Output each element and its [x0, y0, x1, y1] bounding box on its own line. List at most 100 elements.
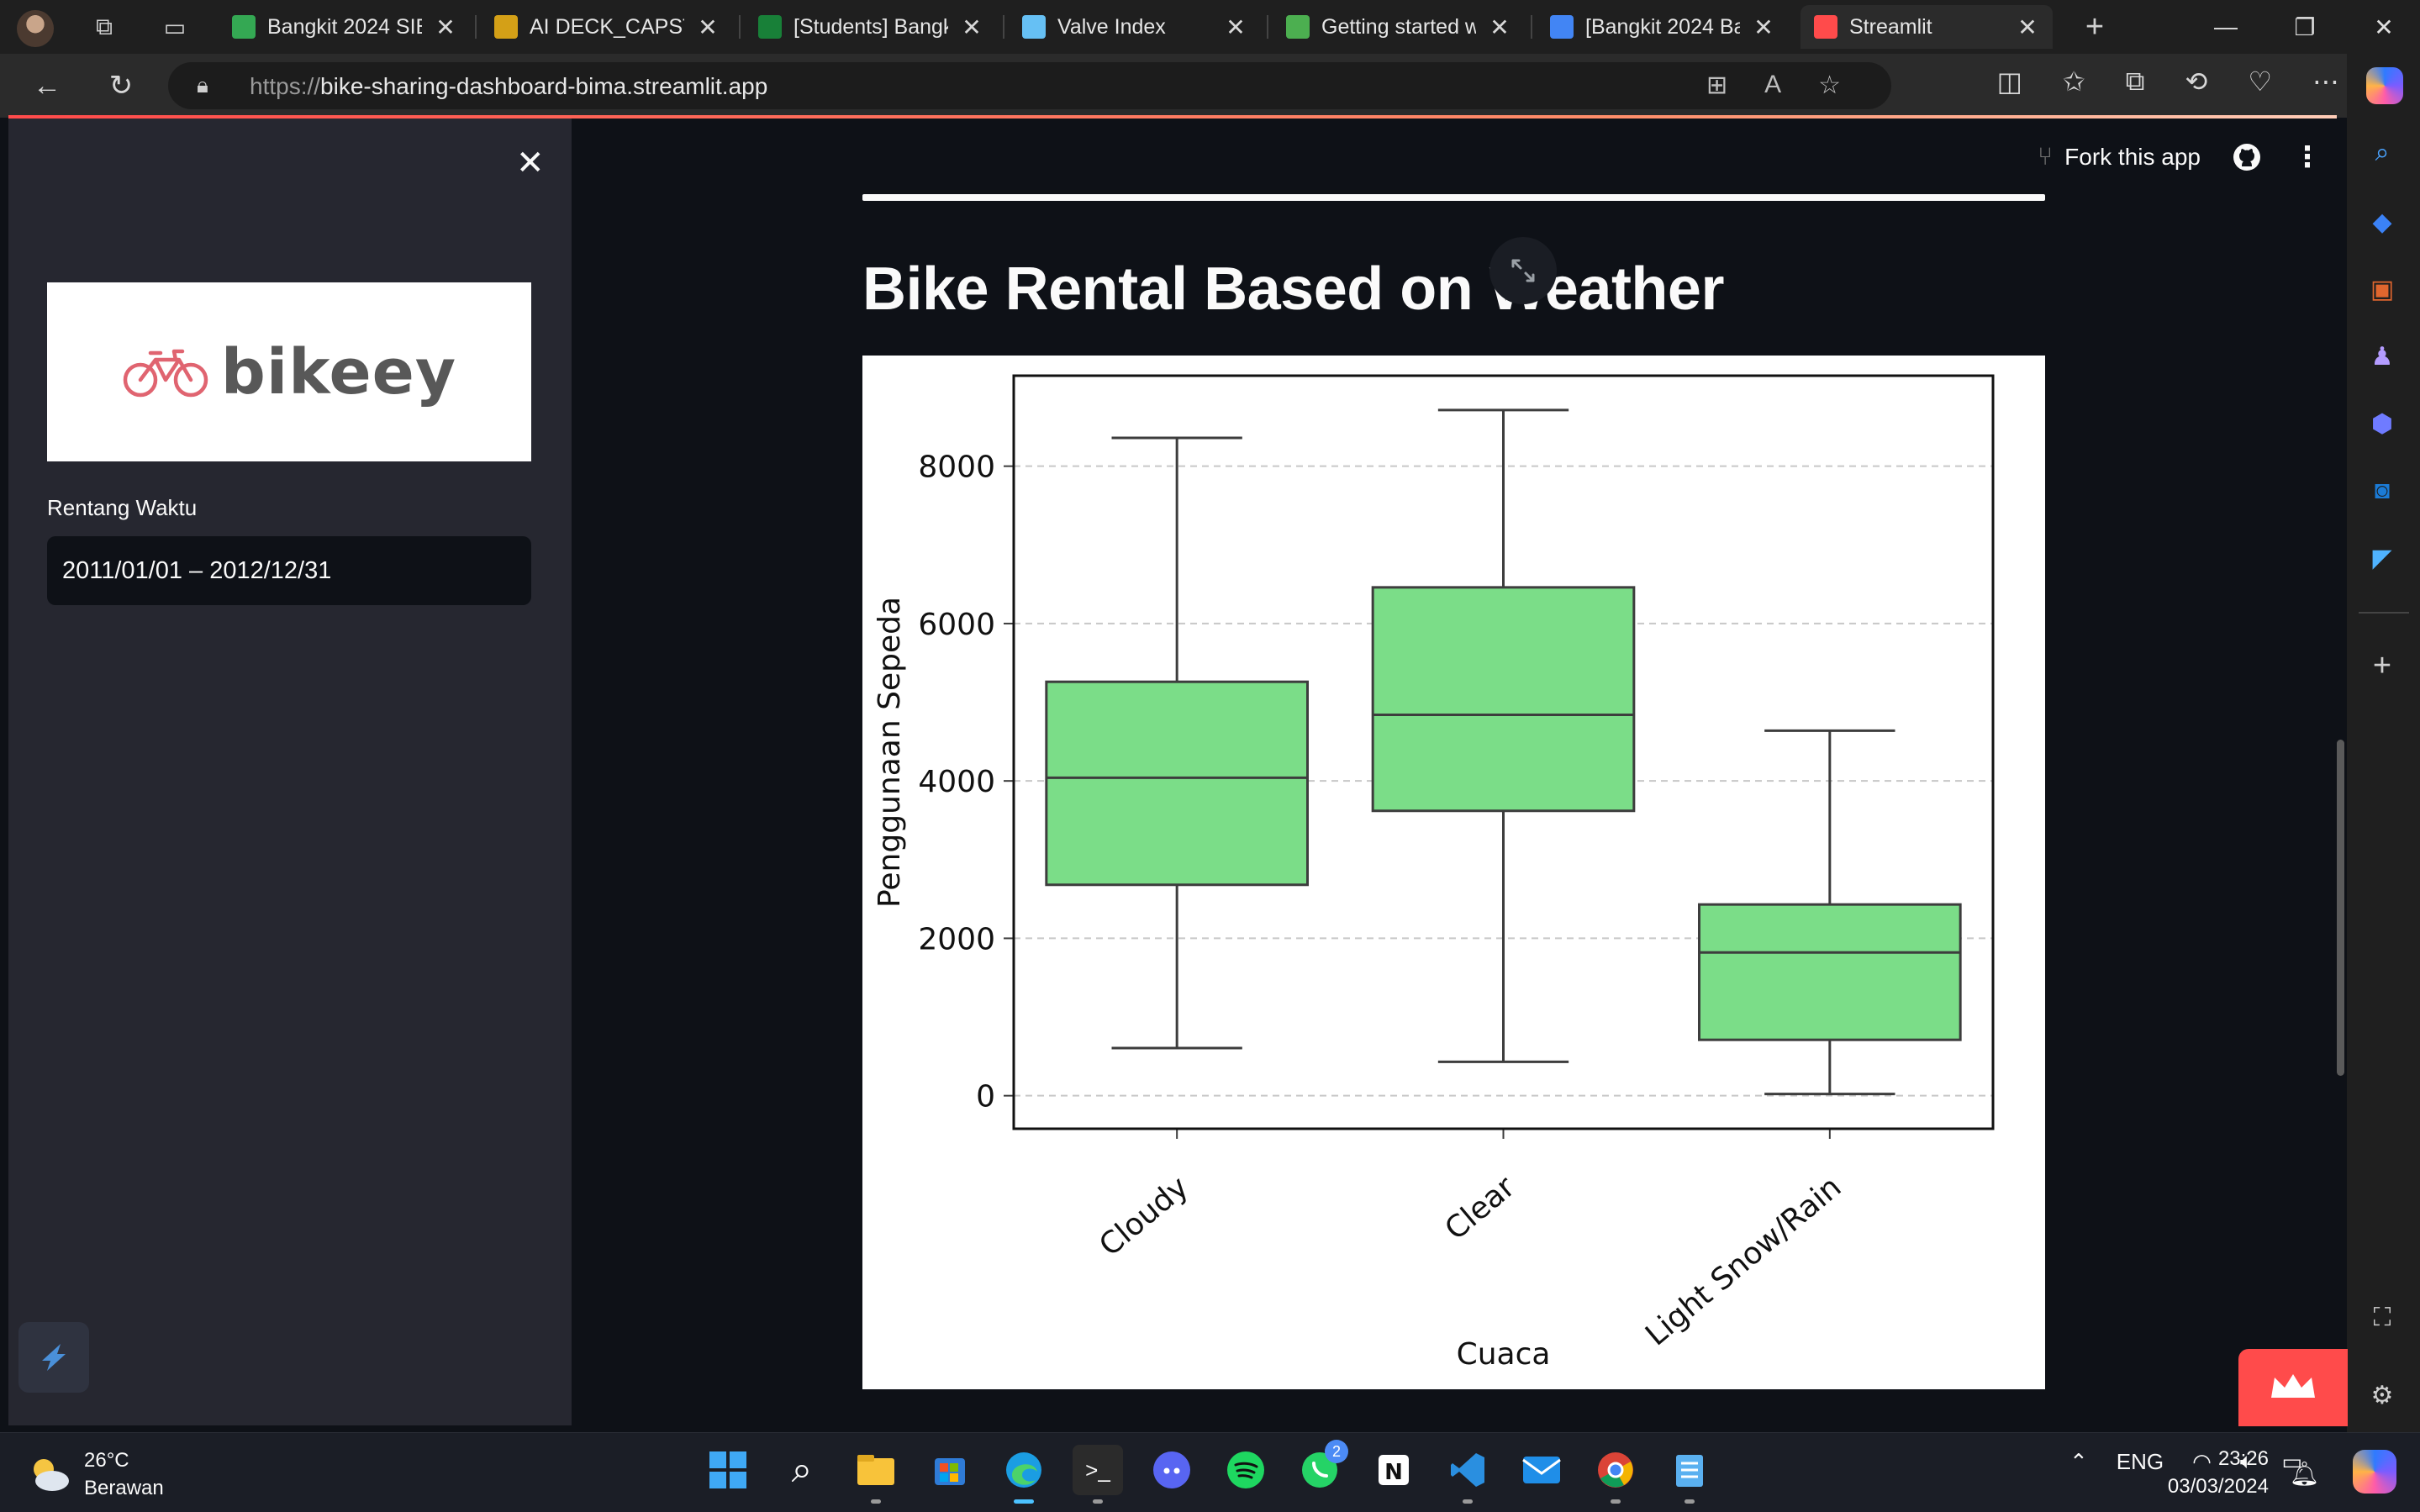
y-tick-label: 4000 [918, 765, 995, 799]
tab-title: [Bangkit 2024 Ba [1585, 14, 1740, 39]
notepad-icon[interactable] [1664, 1445, 1715, 1504]
add-icon[interactable]: + [2365, 648, 2399, 683]
microsoft365-icon[interactable]: ⬢ [2365, 407, 2399, 440]
mail-icon[interactable] [1516, 1445, 1567, 1495]
app-main: ⑂ Fork this app ⋮ Bike Rental Based on W… [572, 119, 2347, 1425]
close-tab-icon[interactable]: ✕ [960, 13, 983, 41]
favorites-icon[interactable]: ✩ [2063, 66, 2085, 97]
close-window-icon[interactable]: ✕ [2344, 0, 2420, 54]
browser-tab[interactable]: Getting started w ✕ [1273, 5, 1525, 49]
browser-tab[interactable]: [Students] Bangk ✕ [745, 5, 997, 49]
x-tick-label: Cloudy [1093, 1170, 1194, 1263]
fullscreen-button[interactable] [1489, 237, 1557, 304]
streamlit-icon [1814, 15, 1837, 39]
box-light-snow-rain [1698, 903, 1962, 1041]
x-tick-label: Clear [1439, 1170, 1522, 1247]
start-icon[interactable] [703, 1445, 753, 1495]
edge-sidebar [2347, 54, 2420, 1432]
tools-icon[interactable]: ▣ [2365, 272, 2399, 306]
close-tab-icon[interactable]: ✕ [2016, 13, 2039, 41]
close-tab-icon[interactable]: ✕ [1224, 13, 1247, 41]
read-aloud-icon[interactable]: A [1764, 71, 1781, 100]
browser-tab[interactable]: Bangkit 2024 SIB ✕ [219, 5, 471, 49]
back-icon[interactable]: ← [24, 66, 71, 106]
split-screen-icon[interactable]: ◫ [1997, 66, 2022, 97]
screenshot-icon[interactable]: ⛶ [2365, 1301, 2399, 1335]
shopping-tag-icon[interactable]: ◆ [2365, 205, 2399, 239]
restore-icon[interactable]: ❐ [2264, 0, 2345, 54]
weather-description: Berawan [84, 1477, 164, 1499]
browser-tab[interactable]: Valve Index ✕ [1009, 5, 1261, 49]
new-tab-icon[interactable]: + [2071, 7, 2118, 47]
minimize-icon[interactable]: — [2185, 0, 2266, 54]
address-bar[interactable]: 🔒︎ https://bike-sharing-dashboard-bima.s… [168, 62, 1891, 109]
profile-avatar[interactable] [17, 10, 54, 47]
games-icon[interactable]: ♟ [2365, 340, 2399, 373]
collections-icon[interactable]: ⧉ [2126, 66, 2145, 97]
google-drive-icon [232, 15, 256, 39]
clock[interactable]: 23:26 03/03/2024 [2168, 1445, 2269, 1500]
y-tick-label: 2000 [918, 922, 995, 956]
edge-browser-icon[interactable] [999, 1445, 1049, 1504]
main-menu-icon[interactable]: ⋮ [2293, 140, 2322, 174]
logo-text: bikeey [220, 335, 457, 408]
x-axis-label: Cuaca [1457, 1337, 1551, 1372]
weather-widget[interactable]: 26°C Berawan [25, 1446, 164, 1502]
tab-actions-icon[interactable]: ▭ [151, 7, 198, 47]
outlook-icon[interactable]: ◙ [2365, 474, 2399, 508]
file-explorer-icon[interactable] [851, 1445, 901, 1504]
close-tab-icon[interactable]: ✕ [434, 13, 457, 41]
notion-icon[interactable]: N [1368, 1445, 1419, 1495]
performance-icon[interactable]: ♡ [2248, 66, 2272, 97]
chart-container: 0 2000 4000 6000 8000 Cloudy Clear Light Snow/R… [862, 356, 2045, 1389]
date-range-value: 2011/01/01 – 2012/12/31 [62, 557, 332, 584]
github-icon[interactable] [2233, 143, 2261, 171]
boxplot-chart: 0 2000 4000 6000 8000 Cloudy Clear Light Snow/R… [873, 374, 1995, 1372]
fork-app-button[interactable]: ⑂ Fork this app [2038, 143, 2201, 171]
drop-icon[interactable]: ◤ [2365, 541, 2399, 575]
date-range-input[interactable]: 2011/01/01 – 2012/12/31 [47, 536, 531, 605]
tray-overflow-icon[interactable]: ⌃ [2069, 1449, 2088, 1475]
date-range-label: Rentang Waktu [47, 495, 198, 520]
y-tick-label: 0 [976, 1080, 995, 1114]
y-axis-label: Penggunaan Sepeda [873, 597, 907, 908]
copilot-icon[interactable] [2366, 67, 2403, 104]
favorite-star-icon[interactable]: ☆ [1818, 71, 1841, 100]
history-icon[interactable]: ⟲ [2185, 66, 2208, 97]
fork-icon: ⑂ [2038, 143, 2054, 171]
browser-tab[interactable]: Streamlit ✕ [1801, 5, 2053, 49]
language-indicator[interactable]: ENG [2117, 1449, 2164, 1475]
browser-tab[interactable]: AI DECK_CAPSTO ✕ [481, 5, 733, 49]
streamlit-cloud-button[interactable] [2238, 1349, 2348, 1426]
microsoft-store-icon[interactable] [925, 1445, 975, 1495]
steam-icon [1022, 15, 1046, 39]
more-menu-icon[interactable]: ⋯ [2312, 66, 2339, 97]
bicycle-icon [123, 349, 208, 397]
copilot-taskbar-icon[interactable] [2353, 1450, 2396, 1494]
search-taskbar-icon[interactable]: ⌕ [777, 1445, 827, 1495]
close-tab-icon[interactable]: ✕ [1488, 13, 1511, 41]
terminal-icon[interactable]: >_ [1073, 1445, 1123, 1504]
crown-icon [2271, 1374, 2315, 1398]
chrome-icon[interactable] [1590, 1445, 1641, 1504]
settings-gear-icon[interactable]: ⚙ [2365, 1378, 2399, 1412]
vscode-icon[interactable] [1442, 1445, 1493, 1504]
close-tab-icon[interactable]: ✕ [1752, 13, 1775, 41]
tab-title: AI DECK_CAPSTO [530, 14, 684, 39]
browser-tab[interactable]: [Bangkit 2024 Ba ✕ [1537, 5, 1789, 49]
discord-icon[interactable] [1147, 1445, 1197, 1495]
whatsapp-badge: 2 [1325, 1440, 1348, 1463]
refresh-icon[interactable]: ↻ [98, 66, 145, 106]
page-scrollbar[interactable] [2337, 740, 2344, 1076]
cloudy-weather-icon [34, 1459, 69, 1491]
close-sidebar-icon[interactable]: ✕ [516, 144, 545, 182]
app-available-icon[interactable]: ⊞ [1706, 71, 1727, 100]
search-icon[interactable]: ⌕ [2365, 136, 2399, 170]
notification-bell-icon[interactable]: 🔔︎ [2289, 1460, 2319, 1488]
whatsapp-icon[interactable]: 2 [1294, 1440, 1348, 1495]
tab-separator [475, 15, 477, 39]
streamlit-logo-icon[interactable] [18, 1322, 89, 1393]
spotify-icon[interactable] [1221, 1445, 1271, 1495]
workspaces-icon[interactable]: ⧉ [81, 7, 128, 47]
close-tab-icon[interactable]: ✕ [696, 13, 720, 41]
